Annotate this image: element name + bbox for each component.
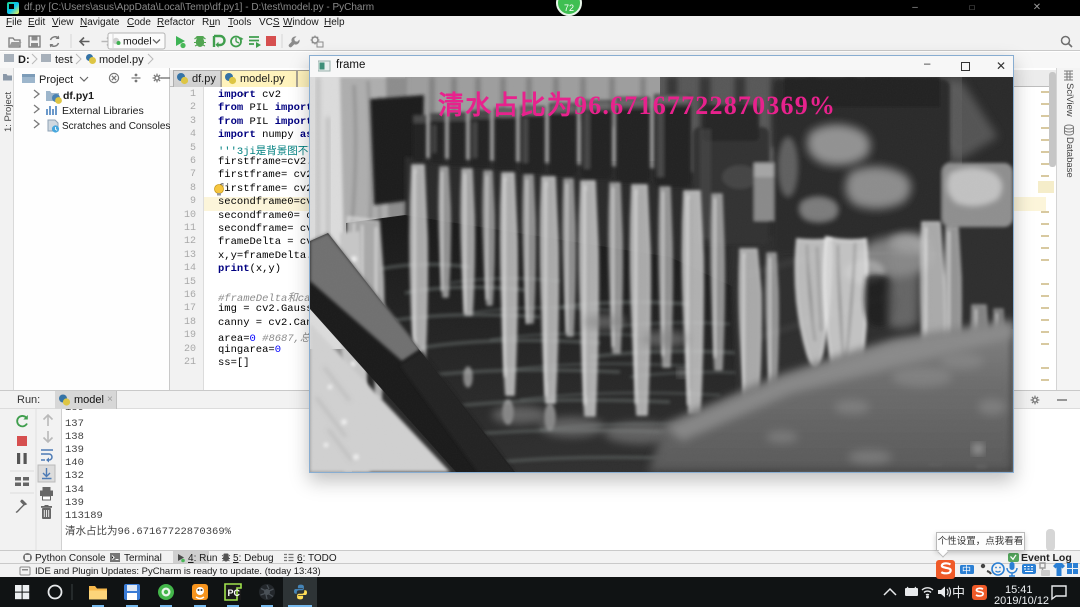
svg-text:Project: Project xyxy=(39,74,73,86)
svg-text:Scratches and Consoles: Scratches and Consoles xyxy=(62,121,170,132)
svg-text:df.py1: df.py1 xyxy=(63,90,94,102)
svg-text:中: 中 xyxy=(952,585,965,600)
svg-text:D:: D: xyxy=(18,54,30,66)
svg-text:PC: PC xyxy=(228,588,241,598)
svg-text:External Libraries: External Libraries xyxy=(62,105,144,117)
svg-text:test: test xyxy=(55,54,73,66)
svg-text:model.py: model.py xyxy=(99,54,144,66)
svg-text:2019/10/12: 2019/10/12 xyxy=(994,595,1049,607)
svg-text:model: model xyxy=(123,36,152,48)
